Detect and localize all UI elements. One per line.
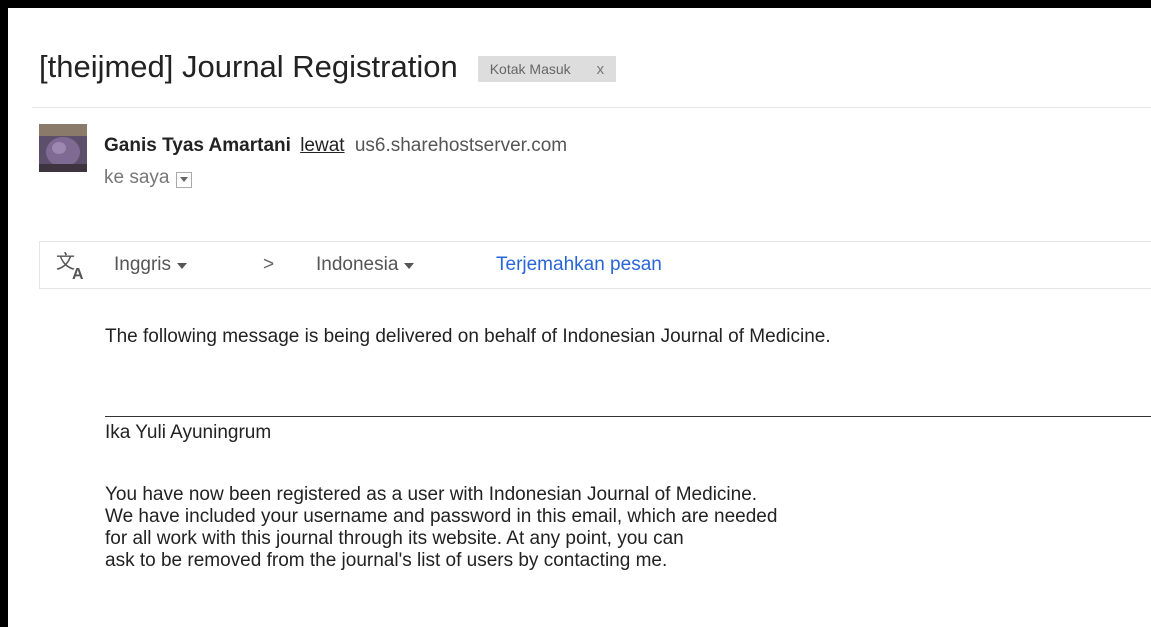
target-language-label: Indonesia <box>316 254 399 275</box>
sender-line: Ganis Tyas Amartani lewat us6.sharehosts… <box>104 135 567 157</box>
sender-avatar[interactable] <box>39 124 87 172</box>
recipient-details-button[interactable] <box>176 171 193 188</box>
body-line: ask to be removed from the journal's lis… <box>105 550 668 571</box>
svg-text:A: A <box>72 266 84 281</box>
language-separator: > <box>263 254 275 275</box>
translate-message-link[interactable]: Terjemahkan pesan <box>496 254 662 276</box>
recipient-line: ke saya <box>104 167 193 189</box>
recipient-text: ke saya <box>104 167 170 188</box>
header-divider <box>32 107 1151 108</box>
source-language-dropdown[interactable]: Inggris <box>114 254 188 276</box>
source-language-label: Inggris <box>114 254 172 275</box>
subject-row: [theijmed] Journal Registration Kotak Ma… <box>39 46 617 88</box>
body-line: You have now been registered as a user w… <box>105 484 758 505</box>
chevron-down-icon <box>180 176 189 182</box>
target-language-dropdown[interactable]: Indonesia <box>316 254 415 276</box>
body-line: for all work with this journal through i… <box>105 528 684 549</box>
intro-paragraph: The following message is being delivered… <box>105 326 831 347</box>
sender-name[interactable]: Ganis Tyas Amartani <box>104 135 291 156</box>
inbox-label-chip[interactable]: Kotak Masuk x <box>477 56 617 82</box>
email-view: [theijmed] Journal Registration Kotak Ma… <box>8 8 1151 627</box>
signature-rule <box>105 416 1151 417</box>
caret-down-icon <box>404 263 415 269</box>
registration-paragraph: You have now been registered as a user w… <box>105 484 777 572</box>
translate-icon: 文 A <box>55 251 89 283</box>
translate-bar: 文 A Inggris > Indonesia Terjemahkan pesa… <box>39 241 1151 289</box>
caret-down-icon <box>177 263 188 269</box>
via-link[interactable]: lewat <box>300 135 344 156</box>
message-intro: The following message is being delivered… <box>105 326 1025 348</box>
signer-name: Ika Yuli Ayuningrum <box>105 422 272 443</box>
inbox-label-text: Kotak Masuk <box>489 61 571 77</box>
email-subject: [theijmed] Journal Registration <box>39 49 458 84</box>
remove-label-button[interactable]: x <box>597 61 605 78</box>
body-line: We have included your username and passw… <box>105 506 778 527</box>
via-host: us6.sharehostserver.com <box>354 135 568 156</box>
